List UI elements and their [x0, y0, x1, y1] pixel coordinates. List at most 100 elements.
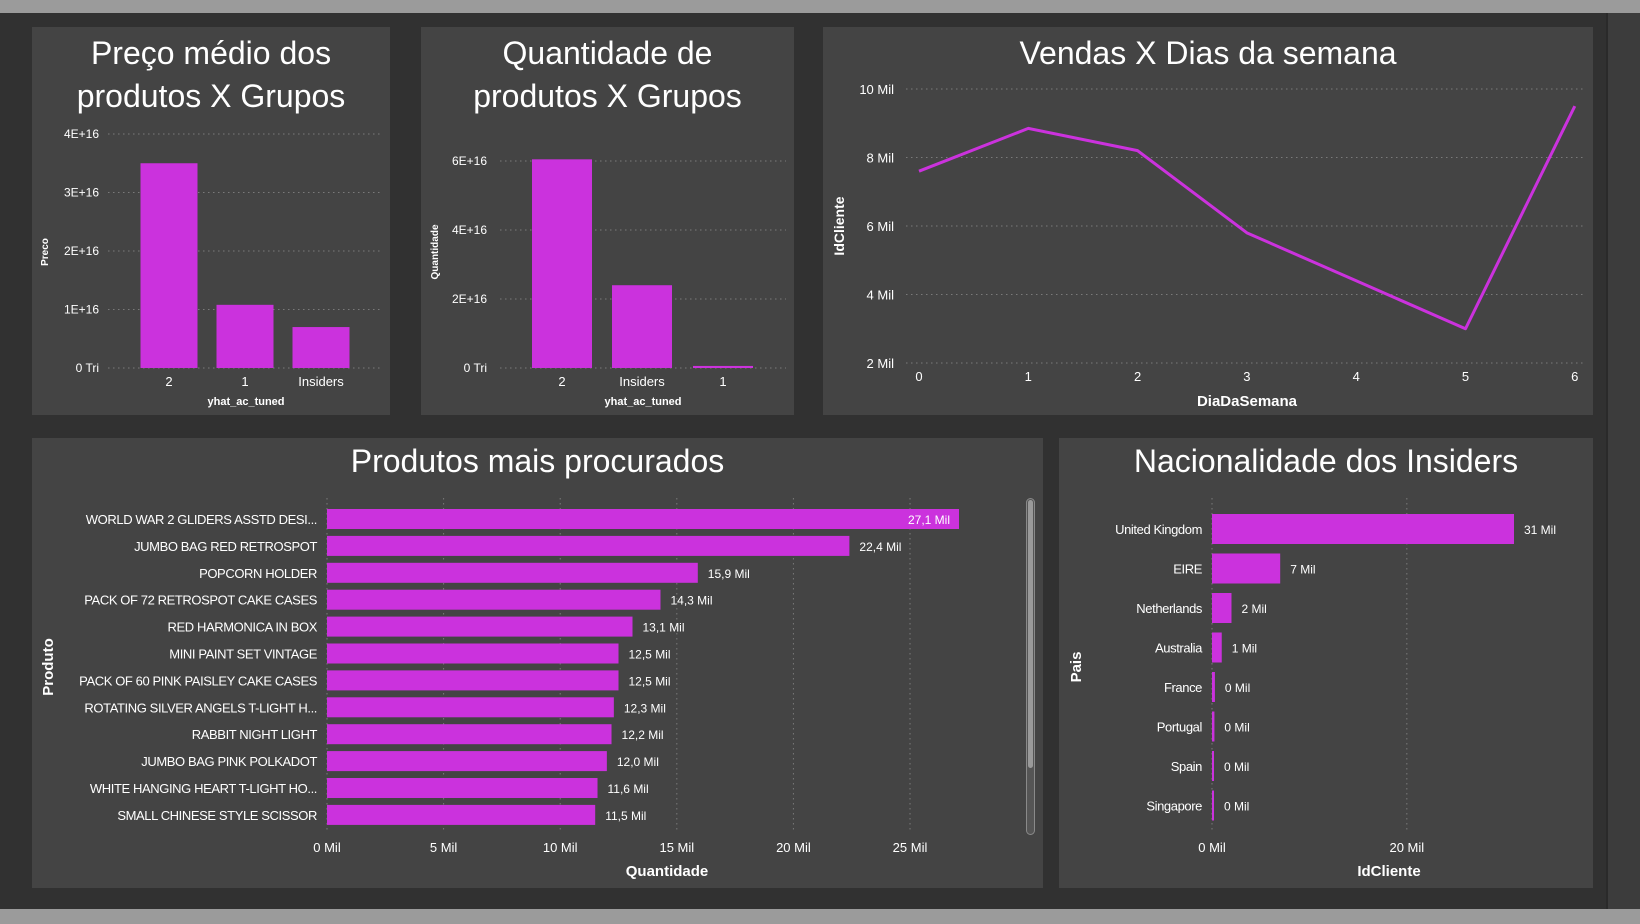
produtos-xtick-label: 20 Mil — [776, 840, 811, 855]
preco-ytick-label: 1E+16 — [64, 303, 99, 317]
preco-ytick-label: 2E+16 — [64, 244, 99, 258]
vendas-x-axis-title: DiaDaSemana — [1197, 393, 1298, 410]
nacionalidade-data-label: 0 Mil — [1224, 800, 1249, 814]
produtos-category-label: SMALL CHINESE STYLE SCISSOR — [117, 808, 317, 823]
produtos-bar — [327, 616, 633, 637]
nacionalidade-xtick-label: 20 Mil — [1389, 840, 1424, 855]
nacionalidade-category-label: Portugal — [1157, 720, 1203, 735]
nacionalidade-bar — [1212, 553, 1281, 584]
vendas-y-axis-title: IdCliente — [831, 196, 847, 255]
preco-bar — [292, 327, 350, 368]
nacionalidade-bar — [1212, 672, 1215, 702]
vendas-xtick-label: 1 — [1025, 369, 1032, 384]
quantidade-bar — [693, 365, 753, 368]
vendas-ytick-label: 8 Mil — [867, 151, 895, 166]
produtos-xtick-label: 15 Mil — [659, 840, 694, 855]
preco-bar — [140, 163, 198, 368]
preco-ytick-label: 0 Tri — [76, 361, 99, 375]
produtos-data-label: 11,5 Mil — [605, 809, 646, 823]
quantidade-xtick-label: 1 — [719, 374, 726, 389]
vendas-ytick-label: 2 Mil — [867, 356, 895, 371]
nacionalidade-bar — [1212, 514, 1514, 544]
nacionalidade-bar — [1212, 632, 1222, 663]
preco-bar — [216, 304, 274, 368]
produtos-data-label: 13,1 Mil — [643, 621, 685, 635]
produtos-category-label: PACK OF 60 PINK PAISLEY CAKE CASES — [79, 673, 318, 688]
produtos-category-label: PACK OF 72 RETROSPOT CAKE CASES — [84, 593, 317, 608]
nacionalidade-x-axis-title: IdCliente — [1357, 863, 1420, 880]
produtos-category-label: POPCORN HOLDER — [199, 566, 317, 581]
dashboard: Preço médio dos produtos X Grupos Quanti… — [0, 0, 1640, 924]
nacionalidade-category-label: Spain — [1171, 759, 1202, 774]
produtos-category-label: RED HARMONICA IN BOX — [168, 620, 318, 635]
quantidade-ytick-label: 4E+16 — [452, 223, 487, 237]
preco-y-axis-title: Preco — [40, 238, 51, 266]
produtos-bar — [327, 643, 619, 664]
nacionalidade-category-label: United Kingdom — [1115, 522, 1202, 537]
vendas-series-line — [918, 105, 1577, 331]
produtos-category-label: ROTATING SILVER ANGELS T-LIGHT H... — [84, 700, 317, 715]
produtos-bar — [327, 804, 596, 825]
produtos-bar — [327, 724, 612, 745]
produtos-category-label: WHITE HANGING HEART T-LIGHT HO... — [90, 781, 317, 796]
nacionalidade-data-label: 0 Mil — [1224, 721, 1249, 735]
quantidade-x-axis-title: yhat_ac_tuned — [604, 396, 681, 408]
preco-xtick-label: 2 — [165, 374, 172, 389]
produtos-data-label: 14,3 Mil — [670, 594, 712, 608]
produtos-data-label: 27,1 Mil — [908, 513, 950, 527]
produtos-category-label: JUMBO BAG PINK POLKADOT — [141, 754, 317, 769]
produtos-data-label: 12,2 Mil — [622, 728, 664, 742]
nacionalidade-category-label: France — [1164, 680, 1202, 695]
vendas-ytick-label: 10 Mil — [859, 82, 894, 97]
produtos-data-label: 12,5 Mil — [629, 648, 671, 662]
quantidade-xtick-label: 2 — [558, 374, 565, 389]
produtos-scrollbar[interactable] — [1026, 498, 1035, 835]
produtos-category-label: MINI PAINT SET VINTAGE — [169, 647, 317, 662]
nacionalidade-data-label: 1 Mil — [1232, 642, 1257, 656]
nacionalidade-y-axis-title: Pais — [1068, 652, 1085, 683]
produtos-data-label: 12,0 Mil — [617, 755, 659, 769]
produtos-bar — [327, 670, 619, 691]
nacionalidade-bar — [1212, 593, 1232, 623]
produtos-data-label: 12,5 Mil — [629, 674, 671, 688]
charts-canvas: 0 Tri 1E+16 2E+16 3E+16 4E+16 2 1 Insiders yhat_… — [40, 82, 1585, 880]
quantidade-y-axis-title: Quantidade — [430, 224, 441, 279]
nacionalidade-bar — [1212, 790, 1214, 821]
vendas-ytick-label: 4 Mil — [867, 288, 895, 303]
nacionalidade-category-label: EIRE — [1173, 562, 1202, 577]
nacionalidade-xtick-label: 0 Mil — [1198, 840, 1226, 855]
quantidade-ytick-label: 2E+16 — [452, 292, 487, 306]
preco-x-axis-title: yhat_ac_tuned — [207, 396, 284, 408]
produtos-scrollbar-thumb[interactable] — [1028, 500, 1033, 768]
produtos-xtick-label: 10 Mil — [543, 840, 578, 855]
vendas-xtick-label: 0 — [915, 369, 922, 384]
produtos-xtick-label: 25 Mil — [893, 840, 928, 855]
preco-ytick-label: 3E+16 — [64, 186, 99, 200]
quantidade-ytick-label: 6E+16 — [452, 154, 487, 168]
nacionalidade-data-label: 7 Mil — [1290, 563, 1315, 577]
produtos-bar — [327, 562, 698, 583]
produtos-data-label: 11,6 Mil — [608, 782, 649, 796]
produtos-bar — [327, 778, 598, 798]
produtos-y-axis-title: Produto — [40, 638, 57, 696]
produtos-x-axis-title: Quantidade — [626, 863, 709, 880]
produtos-category-label: WORLD WAR 2 GLIDERS ASSTD DESI... — [86, 512, 317, 527]
nacionalidade-category-label: Singapore — [1146, 799, 1202, 814]
produtos-bar — [327, 589, 661, 610]
vendas-xtick-label: 3 — [1243, 369, 1250, 384]
quantidade-ytick-label: 0 Tri — [464, 361, 487, 375]
produtos-xtick-label: 0 Mil — [313, 840, 341, 855]
produtos-bar — [327, 697, 614, 718]
nacionalidade-data-label: 0 Mil — [1225, 681, 1250, 695]
produtos-category-label: RABBIT NIGHT LIGHT — [192, 727, 318, 742]
vendas-ytick-label: 6 Mil — [867, 219, 895, 234]
quantidade-bar — [612, 285, 672, 368]
nacionalidade-data-label: 2 Mil — [1241, 602, 1266, 616]
produtos-bar — [327, 751, 607, 772]
produtos-bar — [327, 535, 850, 556]
preco-xtick-label: Insiders — [298, 374, 344, 389]
produtos-category-label: JUMBO BAG RED RETROSPOT — [134, 539, 317, 554]
vendas-xtick-label: 5 — [1462, 369, 1469, 384]
produtos-bar — [327, 509, 959, 529]
preco-xtick-label: 1 — [241, 374, 248, 389]
